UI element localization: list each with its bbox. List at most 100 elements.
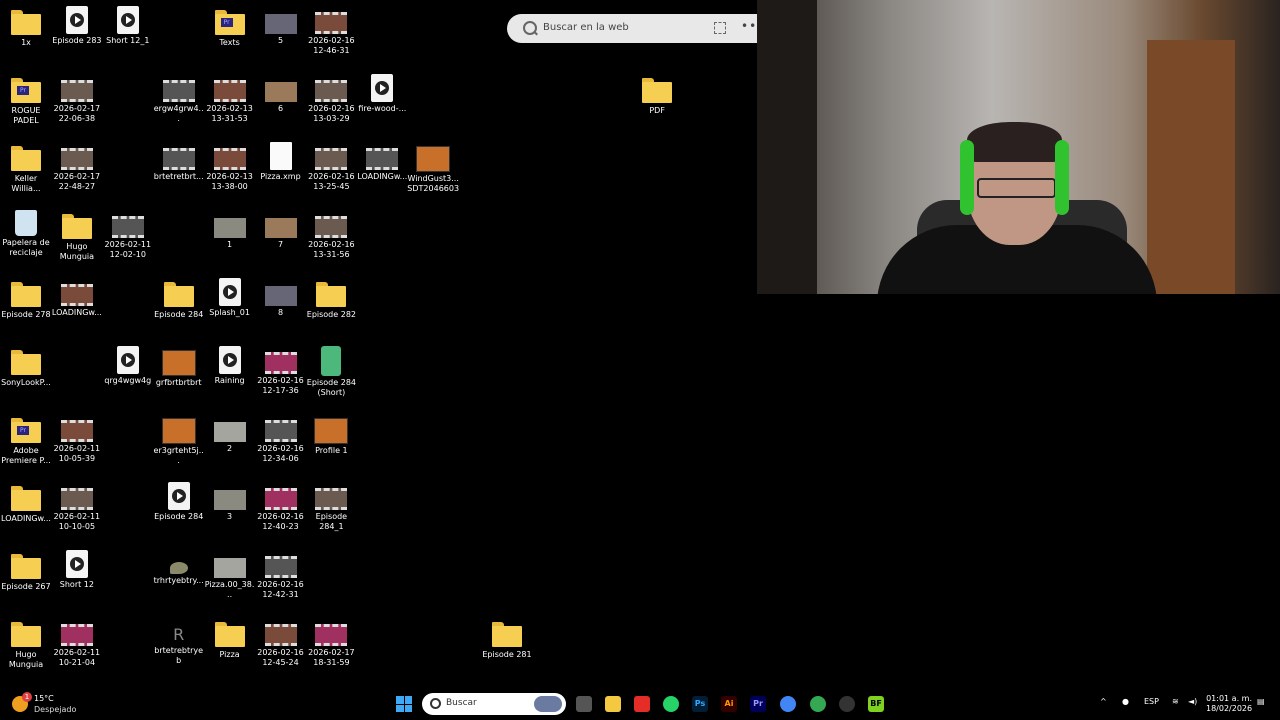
desktop-icon[interactable]: 2026-02-11 10-10-05	[51, 482, 103, 532]
chevron-up-icon[interactable]: ^	[1100, 697, 1107, 706]
desktop-icon[interactable]: Episode 284	[153, 482, 205, 522]
desktop-icon[interactable]: PDF	[631, 74, 683, 116]
desktop-icon[interactable]: 2	[204, 414, 256, 454]
desktop-icon[interactable]: Episode 267	[0, 550, 52, 592]
desktop-icon[interactable]: Hugo Munguia	[0, 618, 52, 670]
video-thumbnail-icon	[315, 80, 348, 102]
desktop-icon[interactable]: 2026-02-11 12-02-10	[102, 210, 154, 260]
desktop-icon[interactable]: 1x	[0, 6, 52, 48]
desktop-icon[interactable]: 2026-02-16 12-40-23	[255, 482, 307, 532]
video-file-icon	[371, 74, 394, 102]
visual-search-icon[interactable]	[714, 22, 726, 34]
image-thumbnail-icon	[213, 422, 246, 442]
desktop-icon[interactable]: Keller Willia...	[0, 142, 52, 194]
desktop-icon[interactable]: 8	[255, 278, 307, 318]
desktop-icon[interactable]: 3	[204, 482, 256, 522]
desktop-icon[interactable]: WindGust3... SDT2046603	[407, 142, 459, 194]
volume-icon[interactable]: ◄)	[1188, 697, 1197, 706]
desktop-icon[interactable]: LOADINGw...	[51, 278, 103, 318]
desktop-icon-label: 6	[277, 104, 284, 113]
desktop-icon[interactable]: 2026-02-17 22-48-27	[51, 142, 103, 192]
desktop-icon[interactable]: Short 12_1	[102, 6, 154, 46]
microphone-icon[interactable]: ●	[1122, 697, 1129, 706]
desktop-icon[interactable]: 2026-02-16 13-25-45	[305, 142, 357, 192]
file-explorer-icon[interactable]	[605, 696, 621, 712]
chrome-icon[interactable]	[780, 696, 796, 712]
desktop-icon[interactable]: Pizza.xmp	[255, 142, 307, 182]
desktop-icon[interactable]: 2026-02-16 12-42-31	[255, 550, 307, 600]
notification-icon[interactable]: ▤	[1257, 697, 1265, 706]
task-view-icon[interactable]	[576, 696, 592, 712]
start-button[interactable]	[396, 696, 412, 712]
chrome-profile-icon[interactable]	[810, 696, 826, 712]
desktop-icon[interactable]: 2026-02-17 18-31-59	[305, 618, 357, 668]
desktop-icon[interactable]: Rbrtetrebtryeb	[153, 618, 205, 666]
webcam-overlay	[757, 0, 1280, 294]
desktop-icon[interactable]: Profile 1	[305, 414, 357, 456]
desktop-icon[interactable]: Episode 281	[481, 618, 533, 660]
desktop-icon[interactable]: Pr Adobe Premiere P...	[0, 414, 52, 466]
desktop-icon[interactable]: 6	[255, 74, 307, 114]
desktop-icon[interactable]: Pizza.00_38...	[204, 550, 256, 600]
wifi-icon[interactable]: ≋	[1172, 697, 1179, 706]
desktop-icon[interactable]: Episode 283	[51, 6, 103, 46]
desktop-icon-label: Episode 283	[52, 36, 102, 45]
desktop-icon[interactable]: 2026-02-16 12-45-24	[255, 618, 307, 668]
desktop-icon[interactable]: Papelera de reciclaje	[0, 210, 52, 258]
video-thumbnail-icon	[60, 148, 93, 170]
bf-icon[interactable]: BF	[868, 696, 884, 712]
desktop-icon[interactable]: brtetretbrt...	[153, 142, 205, 182]
youtube-icon[interactable]	[634, 696, 650, 712]
desktop-icon[interactable]: 2026-02-13 13-38-00	[204, 142, 256, 192]
taskbar-search[interactable]: Buscar	[422, 693, 566, 715]
obs-icon[interactable]	[839, 696, 855, 712]
photoshop-icon[interactable]: Ps	[692, 696, 708, 712]
desktop-icon[interactable]: grfbrtbrtbrt	[153, 346, 205, 388]
desktop-icon-label: Papelera de reciclaje	[2, 238, 50, 257]
desktop-icon[interactable]: 2026-02-17 22-06-38	[51, 74, 103, 124]
desktop-icon[interactable]: 2026-02-16 13-31-56	[305, 210, 357, 260]
desktop-icon[interactable]: Episode 282	[305, 278, 357, 320]
desktop-icon[interactable]: 1	[204, 210, 256, 250]
desktop-icon[interactable]: Splash_01	[204, 278, 256, 318]
weather-widget[interactable]: 1 15°C Despejado	[12, 692, 92, 716]
language-indicator[interactable]: ESP	[1144, 697, 1159, 706]
desktop-icon-label: 8	[277, 308, 284, 317]
premiere-icon[interactable]: Pr	[750, 696, 766, 712]
desktop-icon[interactable]: LOADINGw...	[0, 482, 52, 524]
desktop-icon[interactable]: 2026-02-11 10-21-04	[51, 618, 103, 668]
desktop-icon[interactable]: Episode 278	[0, 278, 52, 320]
desktop-icon[interactable]: 2026-02-16 13-03-29	[305, 74, 357, 124]
video-thumbnail-icon	[60, 488, 93, 510]
desktop-icon[interactable]: LOADINGw...	[356, 142, 408, 182]
desktop-icon[interactable]: Episode 284_1	[305, 482, 357, 532]
desktop-icon[interactable]: Episode 284	[153, 278, 205, 320]
web-search-bar[interactable]: Buscar en la web •••	[507, 14, 764, 43]
desktop-icon-label: Episode 282	[306, 310, 356, 319]
clock[interactable]: 01:01 a. m. 18/02/2026	[1206, 694, 1252, 714]
desktop-icon[interactable]: SonyLookP...	[0, 346, 52, 388]
desktop-icon[interactable]: ergw4grw4...	[153, 74, 205, 124]
desktop-icon[interactable]: 2026-02-11 10-05-39	[51, 414, 103, 464]
desktop-icon[interactable]: Short 12	[51, 550, 103, 590]
desktop-icon[interactable]: Episode 284 (Short)	[305, 346, 357, 398]
whatsapp-icon[interactable]	[663, 696, 679, 712]
folder-icon	[10, 6, 42, 36]
desktop-icon[interactable]: Raining	[204, 346, 256, 386]
desktop-icon[interactable]: 5	[255, 6, 307, 46]
desktop-icon[interactable]: fire-wood-...	[356, 74, 408, 114]
desktop-icon[interactable]: 2026-02-16 12-46-31	[305, 6, 357, 56]
desktop-icon[interactable]: 7	[255, 210, 307, 250]
desktop-icon[interactable]: 2026-02-16 12-34-06	[255, 414, 307, 464]
desktop-icon[interactable]: trhrtyebtry...	[153, 550, 205, 586]
desktop-icon[interactable]: er3grteht5j...	[153, 414, 205, 466]
image-thumbnail-icon	[264, 218, 297, 238]
desktop-icon[interactable]: qrg4wgw4g	[102, 346, 154, 386]
desktop-icon[interactable]: 2026-02-16 12-17-36	[255, 346, 307, 396]
illustrator-icon[interactable]: Ai	[721, 696, 737, 712]
desktop-icon[interactable]: Pr Texts	[204, 6, 256, 48]
desktop-icon[interactable]: Pizza	[204, 618, 256, 660]
desktop-icon[interactable]: Hugo Munguia	[51, 210, 103, 262]
desktop-icon[interactable]: 2026-02-13 13-31-53	[204, 74, 256, 124]
desktop-icon[interactable]: Pr ROGUE PADEL	[0, 74, 52, 126]
